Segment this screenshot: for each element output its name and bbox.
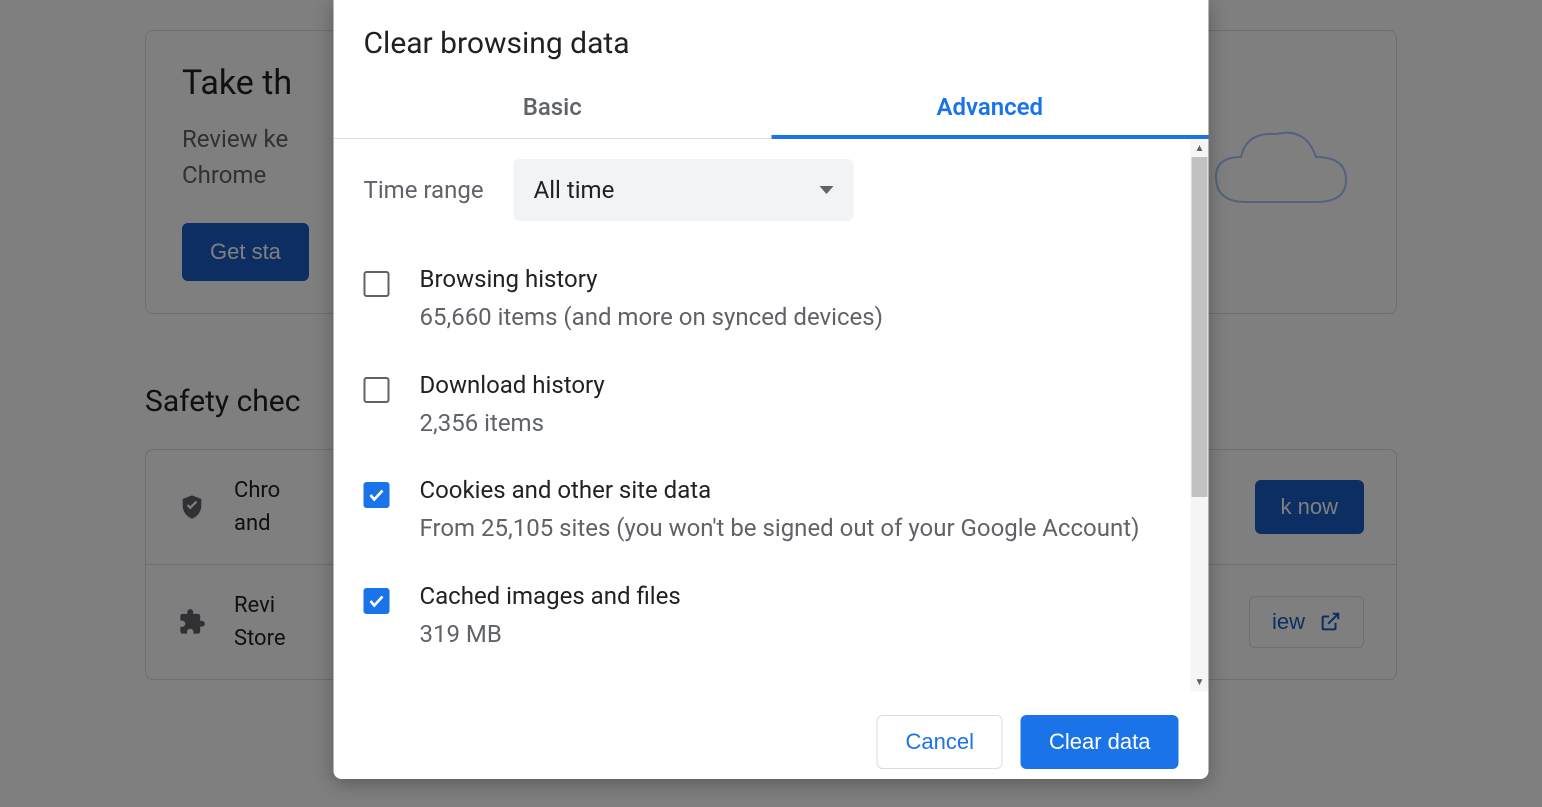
option-subtitle: 319 MB: [420, 618, 681, 652]
check-icon: [368, 592, 386, 610]
scrollbar[interactable]: ▲ ▼: [1191, 139, 1209, 691]
checkbox-cached[interactable]: [364, 588, 390, 614]
dialog-tabs: Basic Advanced: [334, 83, 1209, 139]
checkbox-browsing-history[interactable]: [364, 271, 390, 297]
scrollbar-thumb[interactable]: [1192, 157, 1208, 497]
option-title: Cached images and files: [420, 582, 681, 610]
option-subtitle: From 25,105 sites (you won't be signed o…: [420, 512, 1140, 546]
scrollbar-down-icon[interactable]: ▼: [1191, 673, 1209, 691]
cancel-button[interactable]: Cancel: [877, 715, 1003, 769]
time-range-label: Time range: [364, 176, 484, 204]
tab-advanced[interactable]: Advanced: [771, 83, 1209, 139]
option-title: Browsing history: [420, 265, 884, 293]
tab-basic[interactable]: Basic: [334, 83, 772, 138]
option-cookies: Cookies and other site data From 25,105 …: [364, 458, 1179, 564]
clear-browsing-data-dialog: Clear browsing data Basic Advanced Time …: [334, 0, 1209, 779]
option-title: Cookies and other site data: [420, 476, 1140, 504]
dialog-scroll-area: Time range All time Browsing history 65,…: [334, 139, 1209, 691]
time-range-select[interactable]: All time: [514, 159, 854, 221]
dropdown-icon: [820, 186, 834, 194]
time-range-row: Time range All time: [364, 159, 1179, 221]
checkbox-cookies[interactable]: [364, 482, 390, 508]
option-download-history: Download history 2,356 items: [364, 353, 1179, 459]
option-subtitle: 2,356 items: [420, 407, 605, 441]
option-browsing-history: Browsing history 65,660 items (and more …: [364, 247, 1179, 353]
dialog-title: Clear browsing data: [334, 0, 1209, 83]
option-cached: Cached images and files 319 MB: [364, 564, 1179, 670]
checkbox-download-history[interactable]: [364, 377, 390, 403]
option-title: Download history: [420, 371, 605, 399]
dialog-actions: Cancel Clear data: [334, 691, 1209, 779]
scrollbar-up-icon[interactable]: ▲: [1191, 139, 1209, 157]
check-icon: [368, 486, 386, 504]
option-subtitle: 65,660 items (and more on synced devices…: [420, 301, 884, 335]
time-range-value: All time: [534, 176, 615, 204]
clear-data-button[interactable]: Clear data: [1021, 715, 1179, 769]
